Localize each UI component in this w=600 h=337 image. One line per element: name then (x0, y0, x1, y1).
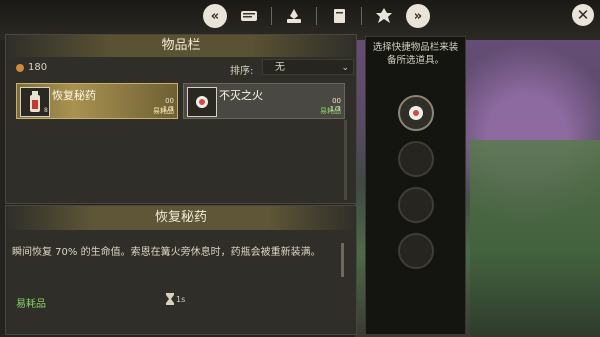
currency-display: 180 (16, 62, 47, 73)
coin-icon (16, 63, 24, 72)
item-type: 易耗品 (320, 107, 341, 115)
quick-slot-3[interactable] (398, 187, 434, 223)
inventory-scrollbar[interactable] (344, 120, 347, 200)
detail-type: 易耗品 (16, 299, 46, 310)
item-type: 易耗品 (153, 107, 174, 115)
item-name: 不灭之火 (219, 89, 263, 102)
quick-slot-4[interactable] (398, 233, 434, 269)
flame-orb-icon (187, 87, 217, 117)
detail-scrollbar[interactable] (341, 243, 344, 277)
sort-label: 排序: (230, 66, 254, 77)
journal-icon[interactable] (327, 5, 351, 27)
campfire-icon[interactable] (282, 5, 306, 27)
inventory-item-undying-flame[interactable]: 不灭之火 00 1/3 易耗品 (183, 83, 345, 119)
inventory-title: 物品栏 (6, 35, 356, 57)
quick-slot-2[interactable] (398, 141, 434, 177)
flame-orb-icon (409, 106, 423, 120)
quick-slot-1[interactable] (398, 95, 434, 131)
hourglass-icon (166, 293, 174, 305)
item-name: 恢复秘药 (52, 89, 96, 102)
currency-amount: 180 (28, 62, 48, 73)
detail-description: 瞬间恢复 70% 的生命值。索恩在篝火旁休息时，药瓶会被重新装满。 (12, 247, 321, 258)
item-detail-panel: 恢复秘药 瞬间恢复 70% 的生命值。索恩在篝火旁休息时，药瓶会被重新装满。 易… (5, 205, 357, 335)
inventory-item-restoration-elixir[interactable]: 8 恢复秘药 00 1/3 易耗品 (16, 83, 178, 119)
rewind-icon[interactable]: « (203, 4, 227, 28)
top-navigation: « » (203, 3, 430, 29)
close-button[interactable]: ✕ (572, 4, 594, 26)
use-time: 1s (166, 293, 185, 305)
sort-value: 无 (275, 62, 285, 73)
detail-title: 恢复秘药 (6, 206, 356, 230)
item-quantity: 8 (44, 107, 48, 114)
quick-slot-panel: 选择快捷物品栏来装备所选道具。 (365, 36, 466, 335)
emblem-icon[interactable] (372, 5, 396, 27)
quick-slot-instruction: 选择快捷物品栏来装备所选道具。 (372, 42, 459, 66)
chevron-down-icon: ⌄ (341, 63, 349, 73)
map-scroll-icon[interactable] (237, 5, 261, 27)
use-time-value: 1s (176, 294, 186, 304)
sort-select[interactable]: 无 ⌄ (262, 59, 354, 75)
inventory-panel: 物品栏 180 排序: 无 ⌄ 8 恢复秘药 00 1/3 易耗品 不灭之火 00… (5, 34, 357, 204)
fast-forward-icon[interactable]: » (406, 4, 430, 28)
